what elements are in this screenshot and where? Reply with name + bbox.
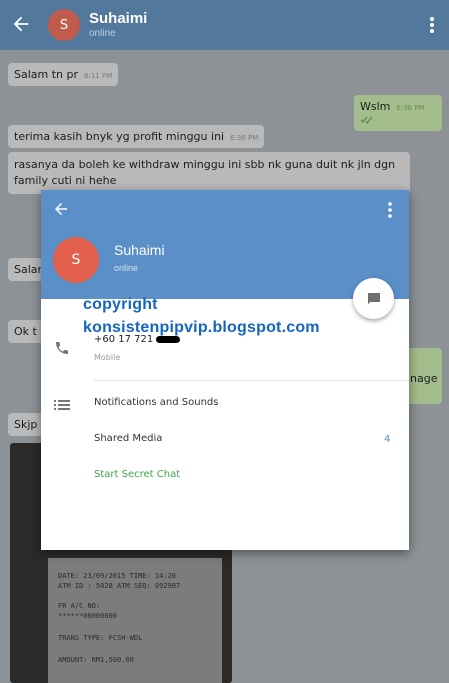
watermark-copyright: copyright <box>83 296 158 313</box>
receipt-line: DATE: 23/09/2015 TIME: 14:20 <box>58 572 177 580</box>
more-vert-icon[interactable] <box>383 200 397 220</box>
receipt-line: FR A/C NO: <box>58 602 101 610</box>
message-bubble[interactable]: rasanya da boleh ke withdraw minggu ini … <box>8 152 410 194</box>
start-secret-chat-item[interactable]: Start Secret Chat <box>94 469 180 480</box>
back-arrow-icon[interactable] <box>52 200 70 218</box>
message-text: Wslm <box>360 100 391 113</box>
message-bubble[interactable]: nage <box>404 348 442 404</box>
receipt-line: ******00000000 <box>58 612 118 620</box>
double-check-icon <box>360 116 373 124</box>
message-time: 6:36 PM <box>396 104 425 112</box>
chat-status: online <box>89 28 116 39</box>
phone-label: Mobile <box>94 353 121 362</box>
message-text: terima kasih bnyk yg profit minggu ini <box>14 130 225 143</box>
atm-receipt: DATE: 23/09/2015 TIME: 14:20 ATM ID : 50… <box>48 558 222 683</box>
message-time: 6:11 PM <box>84 72 113 80</box>
receipt-line: AMOUNT: RM1,500.00 <box>58 656 134 664</box>
profile-header: S Suhaimi online <box>41 190 409 299</box>
message-text: nage <box>410 372 438 385</box>
send-message-button[interactable] <box>353 278 394 319</box>
back-arrow-icon[interactable] <box>10 13 32 35</box>
chat-header: S Suhaimi online <box>0 0 449 50</box>
profile-dialog: S Suhaimi online +60 17 721 Mobile Notif… <box>41 190 409 550</box>
phone-icon <box>56 342 68 354</box>
shared-media-item[interactable]: Shared Media <box>94 433 162 444</box>
message-bubble[interactable]: Wslm 6:36 PM <box>354 95 442 131</box>
message-text: Salam tn pr <box>14 68 79 81</box>
message-text: rasanya da boleh ke withdraw minggu ini … <box>14 158 396 187</box>
chat-title[interactable]: Suhaimi <box>89 10 147 27</box>
watermark-url: konsistenpipvip.blogspot.com <box>83 319 320 336</box>
receipt-line: ATM ID : 5028 ATM SEQ: 092987 <box>58 582 181 590</box>
profile-status: online <box>114 263 139 273</box>
notifications-and-sounds-item[interactable]: Notifications and Sounds <box>94 397 218 408</box>
chat-bubble-icon <box>367 292 380 304</box>
avatar[interactable]: S <box>48 9 80 41</box>
shared-media-count: 4 <box>384 434 391 445</box>
message-text: Skjp <box>14 418 38 431</box>
more-vert-icon[interactable] <box>424 14 440 36</box>
message-bubble[interactable]: terima kasih bnyk yg profit minggu ini 6:… <box>8 125 265 148</box>
receipt-line: TRANS TYPE: FCSH-WDL <box>58 634 143 642</box>
message-time: 6:36 PM <box>230 134 259 142</box>
divider <box>94 380 409 381</box>
profile-avatar[interactable]: S <box>53 237 99 283</box>
message-bubble[interactable]: Salam tn pr 6:11 PM <box>8 63 119 86</box>
profile-name: Suhaimi <box>114 242 165 258</box>
message-text: Ok t <box>14 325 37 338</box>
list-icon <box>54 400 70 410</box>
